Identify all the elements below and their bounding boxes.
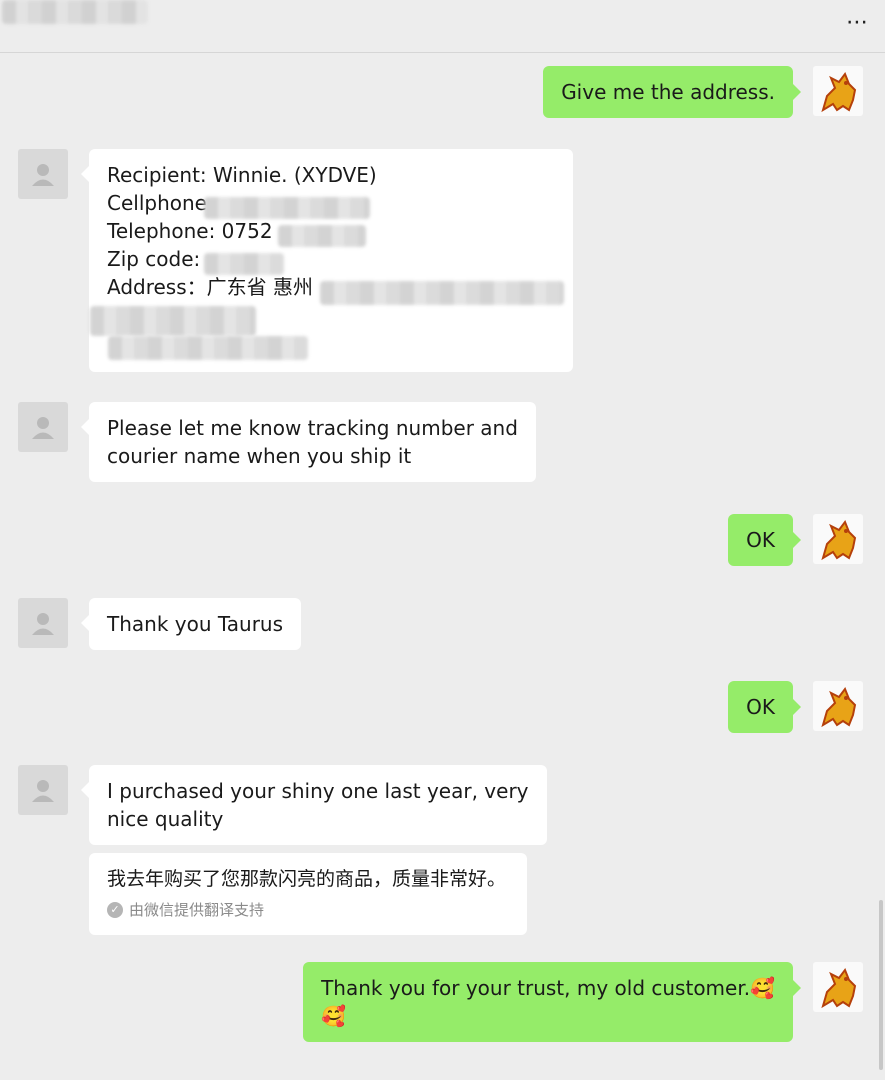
contact-avatar[interactable] xyxy=(18,149,68,199)
redacted-address-line3 xyxy=(108,336,308,360)
my-avatar[interactable] xyxy=(813,962,863,1012)
address-recipient: Recipient: Winnie. (XYDVE) xyxy=(107,163,377,187)
message-text: Thank you Taurus xyxy=(107,612,284,636)
redacted-address-line2 xyxy=(90,306,256,336)
contact-avatar[interactable] xyxy=(18,765,68,815)
translation-card[interactable]: 我去年购买了您那款闪亮的商品，质量非常好。 ✓ 由微信提供翻译支持 xyxy=(89,853,527,935)
address-zip: Zip code: xyxy=(107,247,201,271)
message-bubble-incoming[interactable]: Thank you Taurus xyxy=(80,598,302,650)
message-text: Please let me know tracking number and xyxy=(107,416,518,440)
my-avatar[interactable] xyxy=(813,66,863,116)
chat-header: ⋯ xyxy=(0,0,885,53)
translation-note: 由微信提供翻译支持 xyxy=(129,901,265,919)
translation-text: 我去年购买了您那款闪亮的商品，质量非常好。 xyxy=(107,868,507,890)
translation-attribution: ✓ 由微信提供翻译支持 xyxy=(107,899,509,920)
blurred-contact-name xyxy=(2,0,148,24)
my-avatar[interactable] xyxy=(813,514,863,564)
message-bubble-outgoing[interactable]: OK xyxy=(728,681,801,733)
my-avatar[interactable] xyxy=(813,681,863,731)
message-bubble-outgoing[interactable]: OK xyxy=(728,514,801,566)
redacted-cellphone xyxy=(204,197,370,219)
message-text: nice quality xyxy=(107,807,224,831)
message-text: OK xyxy=(746,528,775,552)
message-bubble-outgoing[interactable]: Give me the address. xyxy=(543,66,801,118)
message-bubble-incoming[interactable]: I purchased your shiny one last year, ve… xyxy=(81,765,547,845)
contact-avatar[interactable] xyxy=(18,598,68,648)
message-text-line1: Thank you for your trust, my old custome… xyxy=(321,974,775,1002)
redacted-zip xyxy=(204,253,284,275)
more-options-icon[interactable]: ⋯ xyxy=(846,10,869,35)
message-text: I purchased your shiny one last year, ve… xyxy=(107,779,529,803)
scrollbar[interactable] xyxy=(879,900,883,1070)
message-bubble-incoming[interactable]: Please let me know tracking number and c… xyxy=(81,402,536,482)
message-text: courier name when you ship it xyxy=(107,444,412,468)
contact-avatar[interactable] xyxy=(18,402,68,452)
message-bubble-outgoing[interactable]: Thank you for your trust, my old custome… xyxy=(303,962,801,1042)
redacted-telephone xyxy=(278,225,366,247)
message-text: OK xyxy=(746,695,775,719)
redacted-address xyxy=(320,281,564,305)
smiling-face-with-hearts-icon: 🥰 xyxy=(321,1004,346,1028)
message-text: Thank you for your trust, my old custome… xyxy=(321,976,751,1000)
smiling-face-with-hearts-icon: 🥰 xyxy=(750,976,775,1000)
check-icon: ✓ xyxy=(107,901,123,918)
message-text: Give me the address. xyxy=(561,80,775,104)
